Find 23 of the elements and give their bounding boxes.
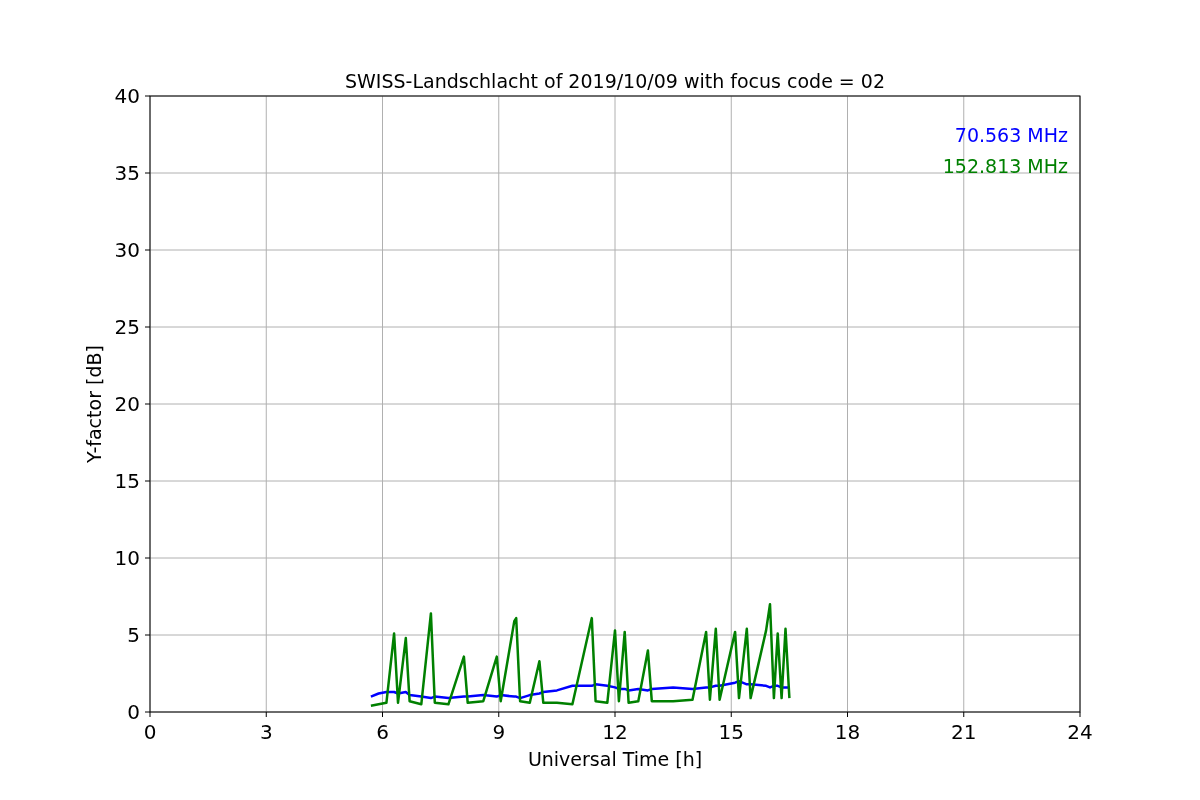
- tick-label: 24: [1067, 720, 1093, 744]
- tick-label: 35: [114, 161, 140, 185]
- axis-label: Y-factor [dB]: [83, 345, 105, 463]
- tick-label: 21: [951, 720, 977, 744]
- tick-label: 15: [718, 720, 744, 744]
- tick-label: 0: [127, 700, 140, 724]
- tick-label: 5: [127, 623, 140, 647]
- series-label: 70.563 MHz: [954, 124, 1068, 146]
- tick-label: 20: [114, 392, 140, 416]
- tick-label: 10: [114, 546, 140, 570]
- tick-label: 15: [114, 469, 140, 493]
- tick-label: 12: [602, 720, 628, 744]
- tick-label: 25: [114, 315, 140, 339]
- axis-label: Universal Time [h]: [527, 748, 703, 770]
- tick-label: 3: [259, 720, 273, 744]
- series-label: 152.813 MHz: [942, 155, 1068, 177]
- tick-label: 6: [376, 720, 389, 744]
- chart-title: SWISS-Landschlacht of 2019/10/09 with focus code = 02: [345, 70, 885, 92]
- tick-label: 18: [834, 720, 861, 744]
- tick-label: 0: [143, 720, 157, 744]
- tick-label: 30: [114, 238, 140, 262]
- tick-label: 9: [492, 720, 506, 744]
- tick-label: 40: [114, 84, 140, 108]
